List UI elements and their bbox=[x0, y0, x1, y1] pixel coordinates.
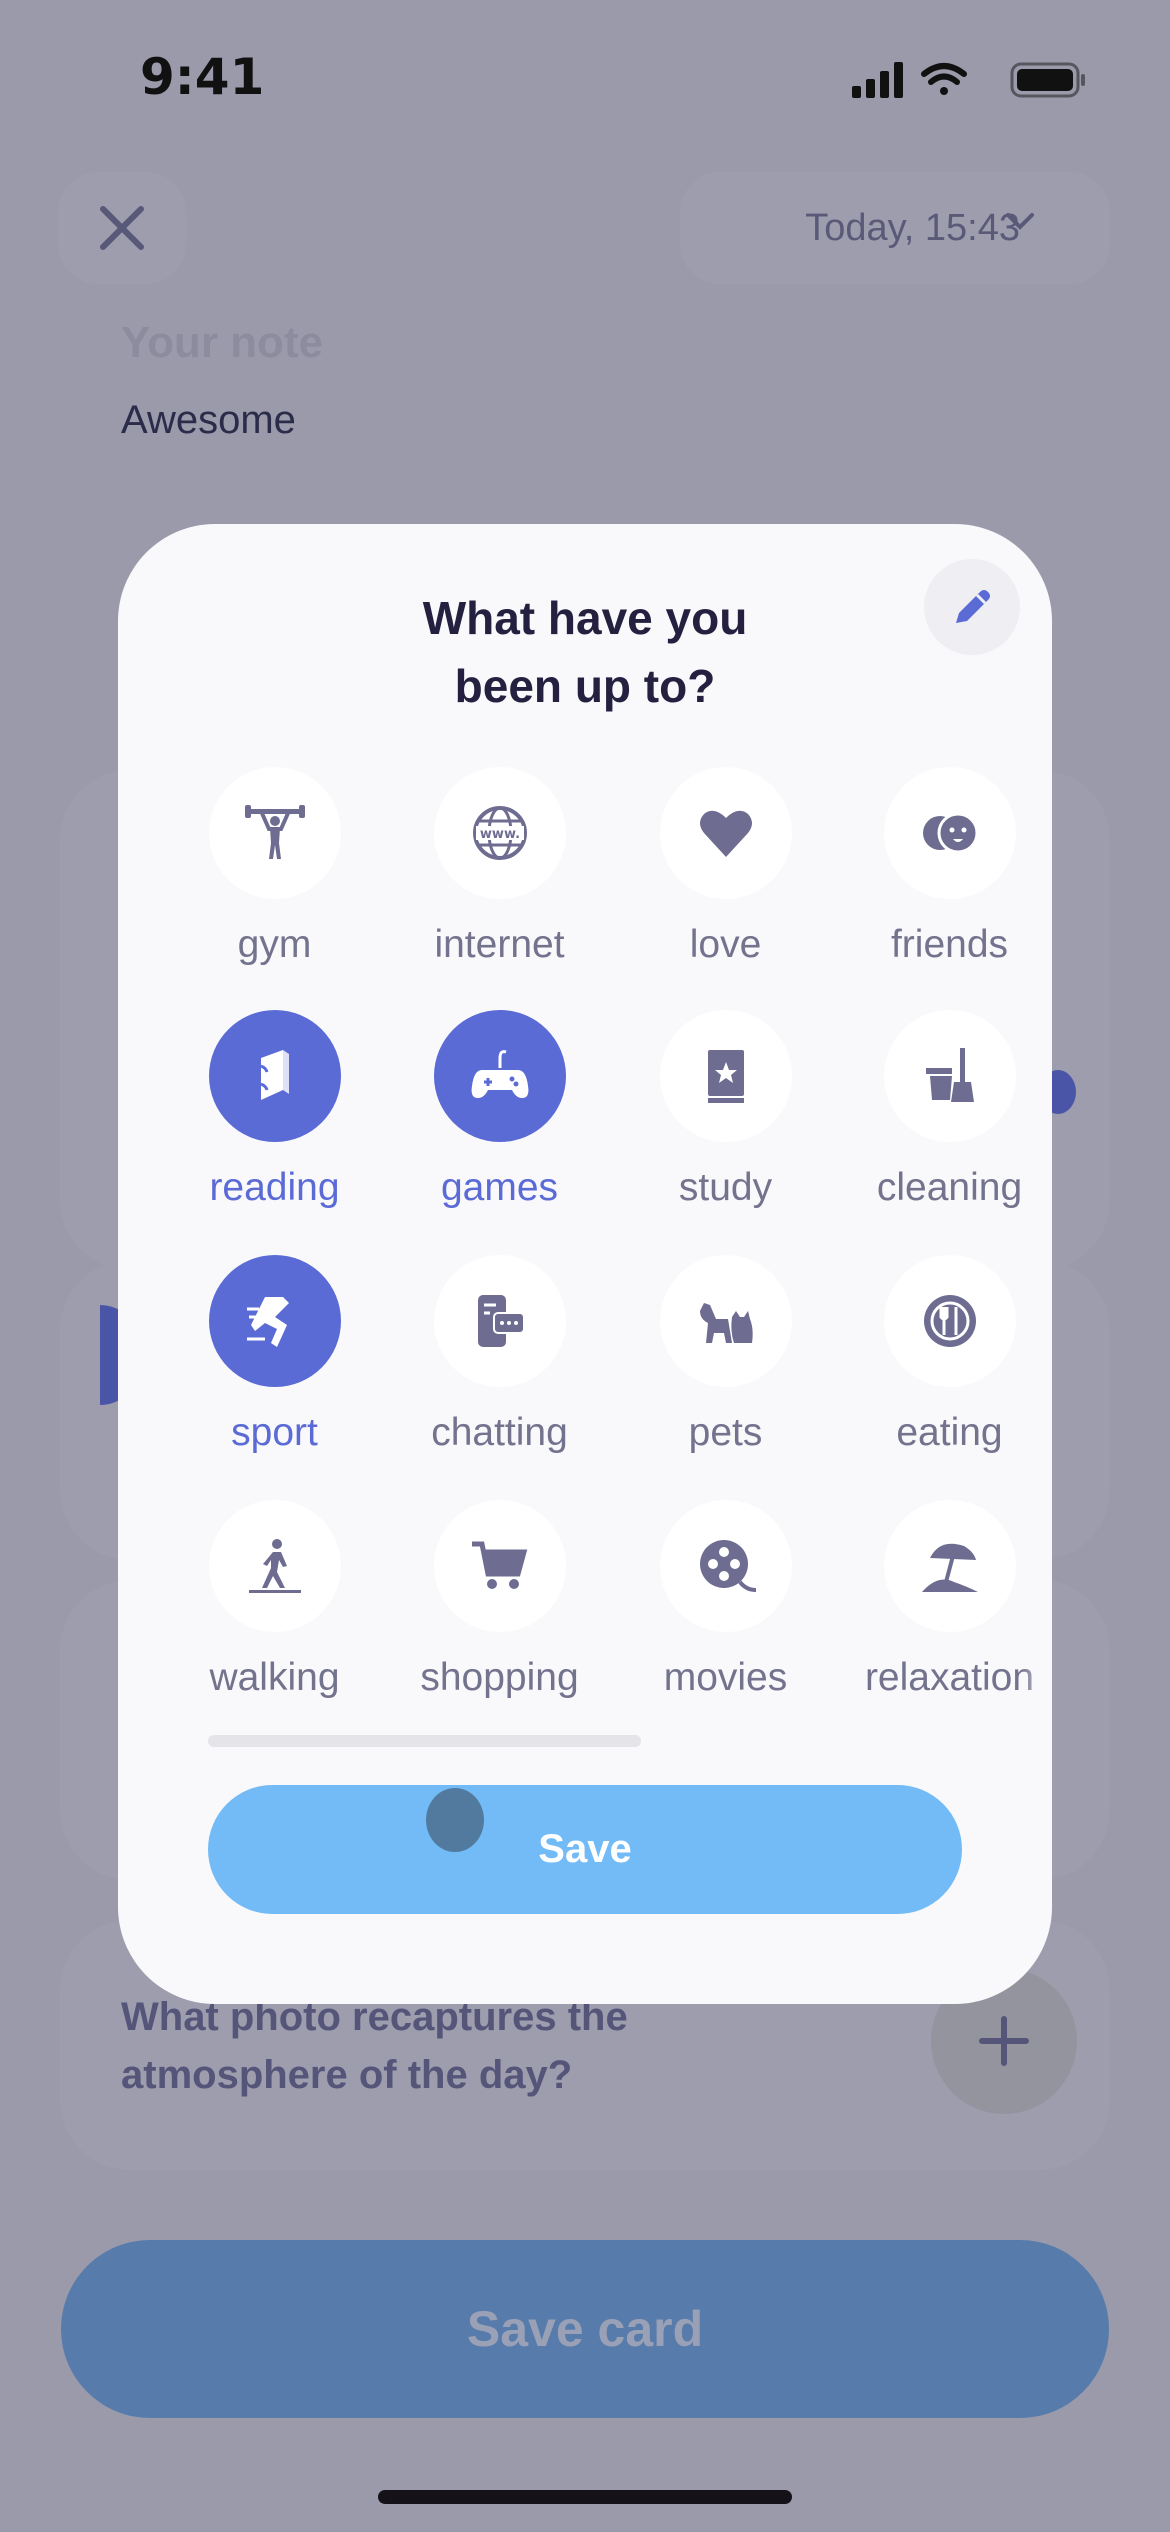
activity-circle[interactable] bbox=[883, 1010, 1016, 1142]
gamepad-icon bbox=[471, 1050, 528, 1098]
battery-icon bbox=[1010, 62, 1085, 98]
faces-icon bbox=[922, 812, 978, 854]
activity-circle[interactable] bbox=[659, 1010, 792, 1142]
status-icons bbox=[852, 62, 1085, 98]
activity-internet[interactable]: www. internet bbox=[387, 767, 612, 967]
film-reel-icon bbox=[699, 1540, 756, 1592]
save-button[interactable]: Save bbox=[208, 1785, 962, 1914]
wifi-icon bbox=[921, 63, 967, 95]
activity-circle[interactable] bbox=[433, 1255, 566, 1387]
activity-reading[interactable]: reading bbox=[162, 1010, 387, 1210]
horizontal-scrollbar[interactable] bbox=[208, 1735, 641, 1747]
bucket-broom-icon bbox=[925, 1048, 974, 1102]
activity-circle[interactable] bbox=[208, 1010, 341, 1142]
close-button[interactable] bbox=[58, 172, 186, 284]
book-icon bbox=[259, 1050, 289, 1100]
activity-circle[interactable] bbox=[433, 1010, 566, 1142]
activity-shopping[interactable]: shopping bbox=[387, 1500, 612, 1700]
touch-indicator bbox=[426, 1788, 484, 1852]
activity-circle[interactable] bbox=[208, 767, 341, 899]
photo-question: What photo recaptures the atmosphere of … bbox=[121, 1995, 628, 2097]
weightlifter-icon bbox=[244, 805, 305, 859]
activity-walking[interactable]: walking bbox=[162, 1500, 387, 1700]
activity-label: games bbox=[440, 1166, 559, 1209]
walking-person-icon bbox=[248, 1539, 301, 1593]
activity-label: internet bbox=[434, 923, 565, 966]
activity-label: friends bbox=[890, 923, 1009, 966]
running-icon bbox=[246, 1297, 289, 1347]
activity-circle[interactable] bbox=[659, 1500, 792, 1632]
star-book-icon bbox=[707, 1050, 744, 1103]
save-card-button[interactable]: Save card bbox=[61, 2240, 1109, 2418]
activity-label: gym bbox=[237, 923, 312, 966]
activity-love[interactable]: love bbox=[613, 767, 838, 967]
activity-friends[interactable]: friends bbox=[837, 767, 1052, 967]
svg-text:www.: www. bbox=[479, 827, 519, 842]
activity-label: reading bbox=[209, 1166, 340, 1209]
activity-label: cleaning bbox=[876, 1166, 1023, 1209]
activity-movies[interactable]: movies bbox=[613, 1500, 838, 1700]
activity-label: walking bbox=[209, 1656, 340, 1699]
activity-eating[interactable]: eating bbox=[837, 1255, 1052, 1455]
activity-circle[interactable] bbox=[883, 1500, 1016, 1632]
activity-circle[interactable] bbox=[208, 1255, 341, 1387]
activity-sport[interactable]: sport bbox=[162, 1255, 387, 1455]
activity-gym[interactable]: gym bbox=[162, 767, 387, 967]
activity-circle[interactable] bbox=[659, 1255, 792, 1387]
activity-label: sport bbox=[231, 1411, 318, 1454]
activities-modal: What have you been up to? gym www. interne… bbox=[118, 524, 1052, 2004]
activity-label: shopping bbox=[420, 1656, 579, 1699]
save-card-label: Save card bbox=[466, 2301, 704, 2357]
save-label: Save bbox=[538, 1827, 632, 1871]
plus-icon bbox=[979, 2016, 1029, 2066]
activity-circle[interactable] bbox=[883, 1255, 1016, 1387]
activity-circle[interactable] bbox=[883, 767, 1016, 899]
activities-grid: gym www. internet love friends reading games st… bbox=[118, 524, 1052, 1724]
phone-chat-icon bbox=[477, 1295, 525, 1347]
activity-circle[interactable] bbox=[208, 1500, 341, 1632]
plate-cutlery-icon bbox=[923, 1295, 976, 1347]
globe-www-icon: www. bbox=[472, 806, 527, 860]
activity-label: chatting bbox=[431, 1411, 568, 1454]
status-time: 9:41 bbox=[140, 48, 265, 106]
activity-relaxation[interactable]: relaxation bbox=[837, 1500, 1052, 1700]
activity-label: love bbox=[689, 923, 762, 966]
activity-label: eating bbox=[896, 1411, 1003, 1454]
activity-circle[interactable] bbox=[433, 1500, 566, 1632]
note-label: Your note bbox=[121, 318, 324, 367]
date-label: Today, 15:43 bbox=[805, 206, 1020, 249]
note-input[interactable]: Awesome bbox=[121, 398, 296, 443]
activity-study[interactable]: study bbox=[613, 1010, 838, 1210]
home-indicator bbox=[378, 2490, 792, 2504]
chevron-down-icon bbox=[1006, 213, 1034, 230]
cart-icon bbox=[471, 1541, 527, 1589]
heart-icon bbox=[699, 810, 752, 857]
grid-fade bbox=[1022, 724, 1052, 1724]
activity-circle[interactable]: www. bbox=[433, 767, 566, 899]
activity-circle[interactable] bbox=[659, 767, 792, 899]
signal-icon bbox=[852, 62, 903, 98]
date-selector[interactable]: Today, 15:43 bbox=[680, 172, 1110, 284]
activity-pets[interactable]: pets bbox=[613, 1255, 838, 1455]
activity-label: study bbox=[678, 1166, 773, 1209]
activity-games[interactable]: games bbox=[387, 1010, 612, 1210]
close-icon bbox=[100, 206, 144, 250]
activity-label: relaxation bbox=[864, 1656, 1035, 1699]
activity-cleaning[interactable]: cleaning bbox=[837, 1010, 1052, 1210]
beach-umbrella-icon bbox=[921, 1543, 978, 1592]
activity-label: pets bbox=[688, 1411, 763, 1454]
activity-chatting[interactable]: chatting bbox=[387, 1255, 612, 1455]
dog-cat-icon bbox=[699, 1303, 753, 1343]
activity-label: movies bbox=[663, 1656, 788, 1699]
